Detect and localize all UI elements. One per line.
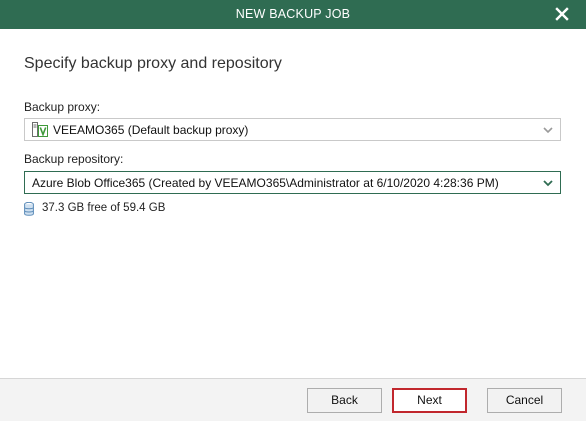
backup-proxy-label: Backup proxy: [24,100,101,114]
title-bar: NEW BACKUP JOB [0,0,586,29]
new-backup-job-dialog: NEW BACKUP JOB Specify backup proxy and … [0,0,586,421]
dialog-footer: Back Next Cancel [0,378,586,421]
backup-proxy-select[interactable]: VEEAMO365 (Default backup proxy) [24,118,561,141]
page-heading: Specify backup proxy and repository [24,55,282,72]
server-icon [32,122,48,137]
dialog-title: NEW BACKUP JOB [235,7,351,21]
backup-repository-label: Backup repository: [24,152,124,166]
backup-repository-select[interactable]: Azure Blob Office365 (Created by VEEAMO3… [24,171,561,194]
backup-repository-value: Azure Blob Office365 (Created by VEEAMO3… [32,176,499,190]
next-button[interactable]: Next [392,388,467,413]
backup-proxy-value: VEEAMO365 (Default backup proxy) [53,123,249,137]
free-space-text: 37.3 GB free of 59.4 GB [42,202,166,214]
database-icon [24,202,34,216]
close-icon [555,7,569,21]
back-button[interactable]: Back [307,388,382,413]
chevron-down-icon [543,180,553,187]
close-button[interactable] [552,4,572,24]
chevron-down-icon [543,127,553,134]
cancel-button[interactable]: Cancel [487,388,562,413]
